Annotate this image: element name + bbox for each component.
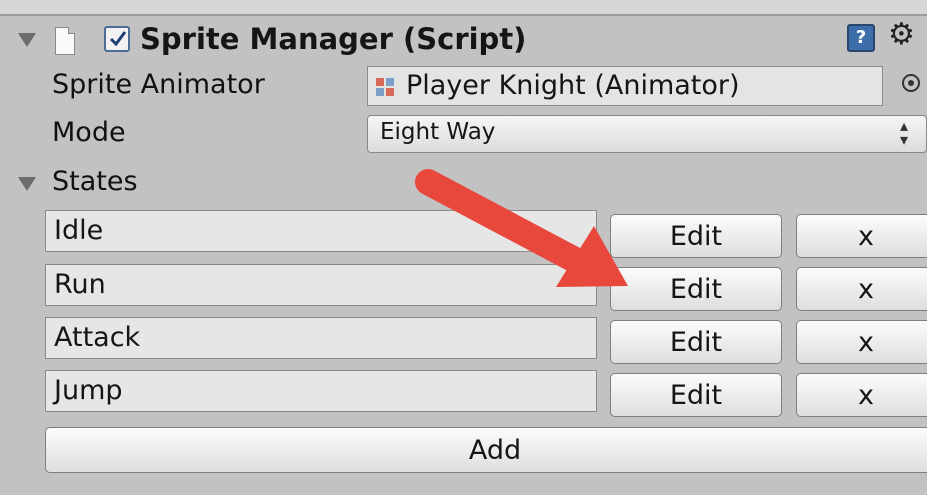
remove-state-button[interactable]: x	[796, 320, 927, 364]
sprite-animator-field[interactable]: Player Knight (Animator)	[367, 66, 883, 106]
mode-label: Mode	[52, 117, 126, 148]
add-state-button[interactable]: Add	[45, 427, 927, 473]
edit-state-button[interactable]: Edit	[610, 320, 782, 364]
checkmark-icon	[109, 31, 127, 47]
edit-state-button[interactable]: Edit	[610, 373, 782, 417]
states-foldout-icon[interactable]	[18, 177, 36, 191]
edit-state-button[interactable]: Edit	[610, 267, 782, 311]
state-name-field[interactable]: Idle	[45, 210, 597, 252]
mode-dropdown-value: Eight Way	[380, 119, 496, 145]
sprite-animator-value: Player Knight (Animator)	[406, 70, 740, 101]
gear-icon[interactable]: ⚙	[888, 18, 915, 52]
state-name-value: Jump	[54, 375, 123, 406]
remove-state-button[interactable]: x	[796, 214, 927, 258]
animator-asset-icon	[376, 78, 394, 96]
dropdown-arrows-icon: ▴ ▾	[900, 116, 909, 149]
inspector-frame: Sprite Manager (Script) ? ⚙ Sprite Anima…	[0, 0, 927, 495]
state-name-value: Idle	[54, 215, 104, 246]
remove-state-button[interactable]: x	[796, 373, 927, 417]
mode-dropdown[interactable]: Eight Way ▴ ▾	[367, 115, 927, 153]
component-title: Sprite Manager (Script)	[140, 22, 527, 56]
state-name-value: Attack	[54, 322, 141, 353]
sprite-animator-label: Sprite Animator	[52, 69, 265, 100]
component-foldout-icon[interactable]	[18, 33, 36, 47]
remove-state-button[interactable]: x	[796, 267, 927, 311]
object-picker-icon[interactable]	[902, 74, 920, 92]
state-name-field[interactable]: Jump	[45, 370, 597, 412]
component-enabled-checkbox[interactable]	[104, 26, 130, 52]
state-name-value: Run	[54, 269, 106, 300]
state-name-field[interactable]: Run	[45, 264, 597, 306]
script-file-icon	[55, 27, 75, 55]
edit-state-button[interactable]: Edit	[610, 214, 782, 258]
state-name-field[interactable]: Attack	[45, 317, 597, 359]
states-label: States	[52, 166, 138, 197]
help-icon[interactable]: ?	[847, 24, 875, 52]
inspector-top-border	[0, 0, 927, 16]
